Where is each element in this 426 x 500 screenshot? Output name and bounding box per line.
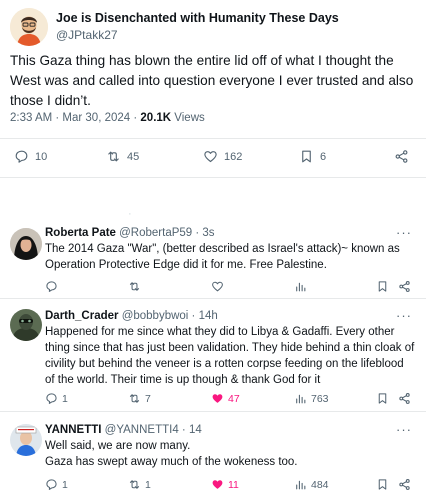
like-count: 162 (224, 150, 243, 163)
bookmark-icon (378, 281, 387, 292)
avatar[interactable] (10, 8, 48, 46)
like-button[interactable]: 11 (211, 478, 239, 491)
repost-button[interactable]: 7 (128, 392, 151, 405)
like-button[interactable]: 162 (203, 149, 242, 164)
reply-icon (46, 393, 57, 404)
views-label: Views (171, 112, 205, 124)
like-count: 11 (228, 478, 239, 491)
more-icon[interactable]: ··· (396, 308, 412, 323)
repost-button[interactable] (128, 280, 145, 293)
post-timestamp[interactable]: 2:33 AM · Mar 30, 2024 · (10, 112, 140, 124)
reply-button[interactable]: 1 (45, 392, 68, 405)
post-text: This Gaza thing has blown the entire lid… (10, 53, 414, 108)
reply-item[interactable]: Roberta Pate @RobertaP59 · 3s ··· The 20… (0, 219, 426, 298)
avatar[interactable] (10, 424, 42, 456)
divider (0, 138, 426, 139)
reply-icon (15, 150, 28, 163)
reply-count: 1 (62, 478, 68, 491)
display-name[interactable]: Joe is Disenchanted with Humanity These … (56, 11, 339, 25)
bookmark-button[interactable] (376, 392, 389, 405)
share-icon (395, 150, 408, 163)
reply-text: Happened for me since what they did to L… (45, 326, 415, 386)
avatar[interactable] (10, 309, 42, 341)
views-button[interactable] (294, 280, 311, 293)
views-count: 763 (311, 392, 329, 405)
repost-count: 1 (145, 478, 151, 491)
reply-author-meta[interactable]: @RobertaP59 · 3s (116, 227, 214, 239)
reply-icon (46, 479, 57, 490)
reply-button[interactable]: 1 (45, 478, 68, 491)
bookmark-button[interactable] (376, 478, 389, 491)
reply-count: 1 (62, 392, 68, 405)
reply-author-meta[interactable]: @bobbybwoi · 14h (119, 310, 218, 322)
reply-item[interactable]: YANNETTI @YANNETTI4 · 14 ··· Well said, … (0, 412, 426, 500)
like-icon (212, 281, 223, 292)
views-icon (296, 282, 306, 292)
share-button[interactable] (394, 149, 409, 164)
share-icon (399, 393, 410, 404)
reply-header: YANNETTI @YANNETTI4 · 14 (45, 424, 202, 436)
repost-button[interactable]: 1 (128, 478, 151, 491)
user-handle[interactable]: @JPtakk27 (56, 28, 118, 42)
bookmark-icon (302, 150, 311, 163)
reply-author-meta[interactable]: @YANNETTI4 · 14 (101, 424, 202, 436)
reply-text: Well said, we are now many. Gaza has swe… (45, 440, 298, 468)
repost-icon (108, 151, 119, 162)
like-button[interactable]: 47 (211, 392, 240, 405)
share-icon (399, 281, 410, 292)
repost-count: 45 (127, 150, 140, 163)
bookmark-count: 6 (320, 150, 327, 163)
like-count: 47 (228, 392, 240, 405)
repost-icon (129, 394, 140, 403)
repost-count: 7 (145, 392, 151, 405)
reply-icon (46, 281, 57, 292)
views-icon (296, 394, 306, 404)
like-icon (204, 151, 217, 163)
bookmark-icon (378, 393, 387, 404)
repost-icon (129, 480, 140, 489)
views-button[interactable]: 763 (294, 392, 329, 405)
reply-button[interactable]: 10 (14, 149, 47, 164)
post-meta: 2:33 AM · Mar 30, 2024 · 20.1K Views (10, 112, 205, 124)
bookmark-button[interactable] (376, 280, 389, 293)
avatar[interactable] (10, 228, 42, 260)
share-button[interactable] (398, 478, 411, 491)
like-button[interactable] (211, 280, 228, 293)
reply-button[interactable] (45, 280, 62, 293)
more-icon[interactable]: ··· (396, 225, 412, 240)
reply-count: 10 (35, 150, 48, 163)
bookmark-icon (378, 479, 387, 490)
like-icon (212, 394, 223, 403)
reply-text: The 2014 Gaza "War", (better described a… (45, 243, 400, 271)
main-post: Joe is Disenchanted with Humanity These … (0, 0, 426, 180)
reply-author-name[interactable]: YANNETTI (45, 424, 101, 436)
share-button[interactable] (398, 392, 411, 405)
like-icon (212, 480, 223, 489)
reply-author-name[interactable]: Roberta Pate (45, 227, 116, 239)
reply-header: Darth_Crader @bobbybwoi · 14h (45, 310, 218, 322)
bookmark-button[interactable]: 6 (299, 149, 326, 164)
views-button[interactable]: 484 (294, 478, 329, 491)
repost-button[interactable]: 45 (106, 149, 139, 164)
views-icon (296, 480, 306, 490)
views-count: 484 (311, 478, 329, 491)
reply-header: Roberta Pate @RobertaP59 · 3s (45, 227, 215, 239)
share-icon (399, 479, 410, 490)
views-count[interactable]: 20.1K (140, 112, 171, 124)
share-button[interactable] (398, 280, 411, 293)
reply-author-name[interactable]: Darth_Crader (45, 310, 119, 322)
reply-item[interactable]: Darth_Crader @bobbybwoi · 14h ··· Happen… (0, 299, 426, 411)
divider (0, 177, 426, 178)
more-icon[interactable]: ··· (396, 422, 412, 437)
repost-icon (129, 282, 140, 291)
